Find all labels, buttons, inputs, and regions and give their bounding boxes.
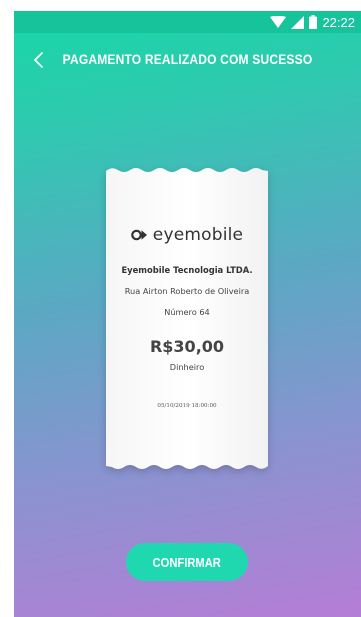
status-time: 22:22 <box>322 14 355 30</box>
receipt: eyemobile Eyemobile Tecnologia LTDA. Rua… <box>106 166 268 471</box>
wifi-icon <box>270 16 287 28</box>
logo-text: eyemobile <box>152 225 244 245</box>
signal-icon <box>291 15 305 29</box>
status-icons: 22:22 <box>270 14 355 30</box>
company-name: Eyemobile Tecnologia LTDA. <box>121 265 253 275</box>
address-street: Rua Airton Roberto de Oliveira <box>124 286 250 296</box>
app-bar: PAGAMENTO REALIZADO COM SUCESSO <box>14 33 361 89</box>
battery-icon <box>309 15 318 29</box>
page-title: PAGAMENTO REALIZADO COM SUCESSO <box>62 51 313 67</box>
address-number: Número 64 <box>164 307 210 317</box>
status-bar: 22:22 <box>14 11 361 33</box>
payment-method: Dinheiro <box>169 362 205 372</box>
receipt-paper <box>106 168 268 469</box>
payment-datetime: 05/10/2019 18:00:00 <box>157 403 217 409</box>
app-screen: 22:22 PAGAMENTO REALIZADO COM SUCESSO ey… <box>14 11 361 617</box>
confirm-button[interactable]: CONFIRMAR <box>126 543 248 581</box>
eyemobile-logo-icon <box>130 229 147 241</box>
brand-logo: eyemobile <box>106 223 268 247</box>
payment-amount: R$30,00 <box>149 337 225 356</box>
confirm-button-label: CONFIRMAR <box>152 554 222 570</box>
